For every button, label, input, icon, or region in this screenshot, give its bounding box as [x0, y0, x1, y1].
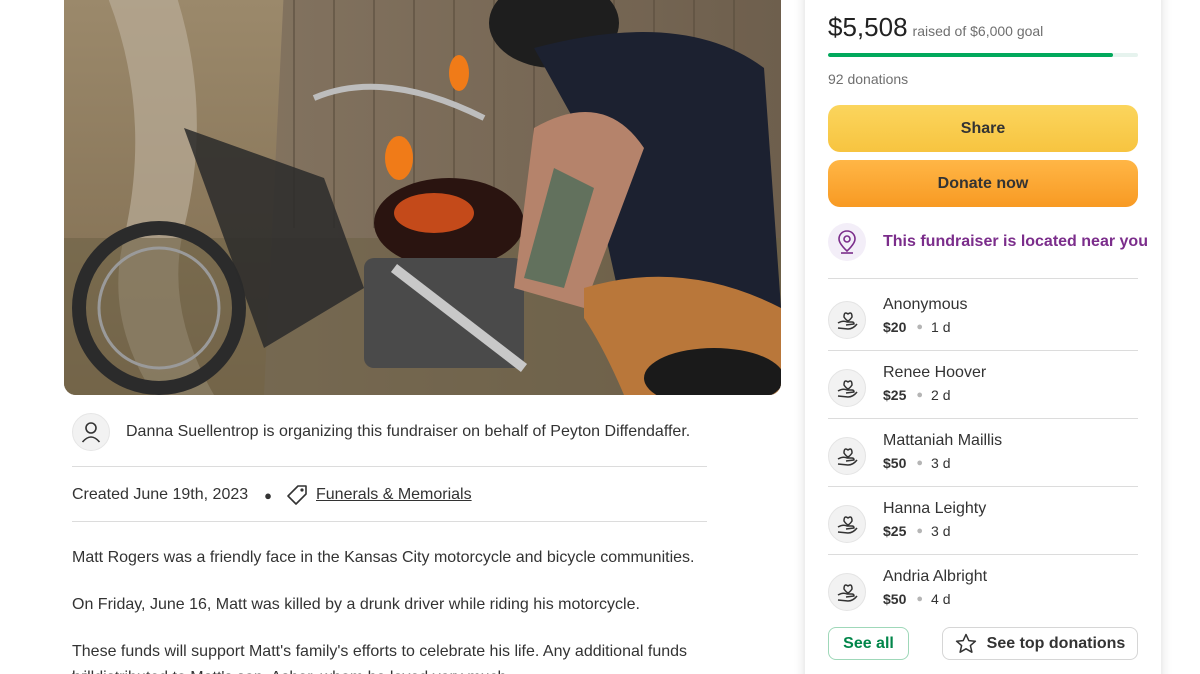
share-button[interactable]: Share: [828, 105, 1138, 152]
near-you-text[interactable]: This fundraiser is located near you: [883, 233, 1148, 251]
category-link[interactable]: Funerals & Memorials: [316, 486, 472, 504]
divider: [828, 350, 1138, 351]
donor-name: Renee Hoover: [883, 364, 987, 381]
donor-name: Hanna Leighty: [883, 500, 987, 517]
donate-button[interactable]: Donate now: [828, 160, 1138, 207]
donation-details: $50 ● 4 d: [883, 591, 950, 607]
donation-time: 3 d: [931, 455, 951, 471]
donation-amount: $50: [883, 591, 907, 607]
donation-hand-icon: [828, 301, 866, 339]
goal-text: raised of $6,000 goal: [912, 23, 1044, 39]
donation-item: Mattaniah Maillis $50 ● 3 d: [828, 432, 1138, 484]
donor-name: Andria Albright: [883, 568, 988, 585]
user-icon: [72, 413, 110, 451]
donation-amount: $20: [883, 319, 907, 335]
story-paragraph: Matt Rogers was a friendly face in the K…: [72, 549, 695, 566]
story-paragraph: be distributed to Matt's son, Asher, who…: [72, 665, 712, 674]
organizer-row: Danna Suellentrop is organizing this fun…: [72, 412, 707, 452]
donation-item: Andria Albright $50 ● 4 d: [828, 568, 1138, 620]
donation-amount: $50: [883, 455, 907, 471]
donation-hand-icon: [828, 369, 866, 407]
donation-hand-icon: [828, 505, 866, 543]
progress-fill: [828, 53, 1113, 57]
see-top-donations-button[interactable]: See top donations: [942, 627, 1138, 660]
created-date: Created June 19th, 2023: [72, 486, 249, 503]
star-icon: [955, 633, 977, 654]
raised-amount: $5,508: [828, 12, 908, 42]
see-all-button[interactable]: See all: [828, 627, 909, 660]
donation-hand-icon: [828, 573, 866, 611]
donation-item: Anonymous $20 ● 1 d: [828, 296, 1138, 348]
donation-details: $25 ● 3 d: [883, 523, 950, 539]
donation-amount: $25: [883, 387, 907, 403]
donation-details: $50 ● 3 d: [883, 455, 950, 471]
organizer-text: Danna Suellentrop is organizing this fun…: [126, 423, 691, 440]
donor-name: Anonymous: [883, 296, 968, 313]
divider: [828, 418, 1138, 419]
donation-item: Renee Hoover $25 ● 2 d: [828, 364, 1138, 416]
location-pin-icon: [828, 223, 866, 261]
donation-time: 4 d: [931, 591, 951, 607]
donation-time: 3 d: [931, 523, 951, 539]
donation-amount: $25: [883, 523, 907, 539]
separator-dot: ●: [916, 389, 924, 401]
donor-name: Mattaniah Maillis: [883, 432, 1003, 449]
tag-icon: [286, 484, 308, 506]
donation-time: 2 d: [931, 387, 951, 403]
progress-bar: [828, 53, 1138, 57]
story-paragraph: On Friday, June 16, Matt was killed by a…: [72, 596, 640, 613]
donation-item: Hanna Leighty $25 ● 3 d: [828, 500, 1138, 552]
divider: [828, 486, 1138, 487]
campaign-meta: Created June 19th, 2023 ● Funerals & Mem…: [72, 482, 472, 508]
separator-dot: ●: [264, 487, 272, 503]
raised-summary: $5,508 raised of $6,000 goal: [828, 12, 1043, 43]
separator-dot: ●: [916, 457, 924, 469]
donation-details: $25 ● 2 d: [883, 387, 950, 403]
near-you-row: This fundraiser is located near you: [828, 222, 1148, 262]
separator-dot: ●: [916, 593, 924, 605]
see-top-donations-label: See top donations: [986, 634, 1126, 652]
divider: [72, 521, 707, 522]
divider: [828, 554, 1138, 555]
separator-dot: ●: [916, 321, 924, 333]
donation-hand-icon: [828, 437, 866, 475]
donations-count: 92 donations: [828, 71, 909, 87]
campaign-photo: [64, 0, 781, 395]
divider: [72, 466, 707, 467]
divider: [828, 278, 1138, 279]
separator-dot: ●: [916, 525, 924, 537]
donation-time: 1 d: [931, 319, 951, 335]
donation-details: $20 ● 1 d: [883, 319, 950, 335]
